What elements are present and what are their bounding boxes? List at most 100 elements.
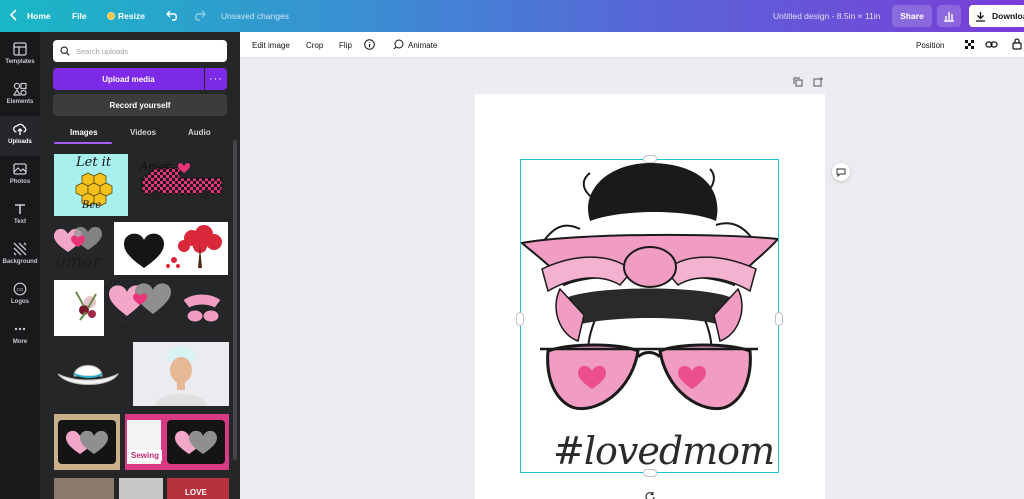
upload-thumb-truck[interactable]: Amor [136,154,228,206]
svg-text:Sweet: Sweet [113,322,145,333]
upload-more-options-button[interactable]: ··· [205,68,227,90]
transparency-icon[interactable] [965,40,975,52]
upload-thumb-row6-b[interactable] [119,478,163,499]
rail-label: Elements [6,99,34,105]
tab-audio[interactable]: Audio [188,128,211,137]
flip-button[interactable]: Flip [339,41,352,50]
text-icon [15,204,25,214]
uploads-grid: Let it Bee Amor amor Sweet Sewing LOVE [53,152,229,499]
resize-handle-right[interactable] [775,312,783,326]
bandana-image [182,293,222,323]
upload-thumb-leopard-hearts[interactable]: Sweet [109,280,173,336]
upload-tabs: Images Videos Audio [53,124,227,144]
svg-text:CO: CO [17,287,24,292]
thumb-text: LOVE [185,488,207,497]
upload-thumb-pillow[interactable] [54,414,120,470]
upload-thumb-amor-hearts[interactable]: amor [54,224,110,272]
upload-thumb-floral[interactable] [54,280,104,336]
floral-image [75,291,97,321]
animate-button[interactable]: Animate [408,41,437,50]
comment-icon [836,168,846,177]
panel-scrollbar[interactable] [233,140,237,460]
templates-icon [13,42,27,56]
rail-logos[interactable]: CO Logos [0,276,40,316]
crop-button[interactable]: Crop [306,41,323,50]
upload-media-button[interactable]: Upload media [53,68,204,90]
resize-handle-bottom[interactable] [643,469,657,477]
lock-icon[interactable] [1012,38,1022,52]
download-label: Downloa [992,11,1024,21]
add-page-icon[interactable] [813,74,823,92]
search-box[interactable] [53,40,227,62]
upload-thumb-heart-tree[interactable] [114,222,228,275]
share-button[interactable]: Share [892,5,932,27]
selection-box [520,159,779,473]
resize-button[interactable]: Resize [118,11,145,21]
more-icon [14,327,26,331]
uploads-icon [13,123,27,135]
context-toolbar: Edit image Crop Flip Animate Position [240,32,1024,58]
thumb-text: Bee [82,200,102,211]
info-icon[interactable] [364,39,375,52]
search-input[interactable] [76,46,216,56]
resize-handle-left[interactable] [516,312,524,326]
upload-thumb-sewing[interactable]: Sewing [125,414,229,470]
rail-background[interactable]: Background [0,236,40,276]
link-icon[interactable] [985,39,998,52]
duplicate-page-icon[interactable] [793,74,803,92]
cowboy-hat-image [57,365,120,385]
upload-thumb-row6-c[interactable]: LOVE [167,478,229,499]
file-menu-button[interactable]: File [72,11,87,21]
position-button[interactable]: Position [916,41,944,50]
animate-icon [393,39,404,52]
pillow-image [58,420,116,464]
edit-image-button[interactable]: Edit image [252,41,290,50]
undo-icon[interactable] [166,9,180,23]
sewing-pillows-image [127,420,225,464]
thumb-text: Sewing [128,450,163,461]
rail-text[interactable]: Text [0,196,40,236]
tab-images[interactable]: Images [70,128,98,137]
back-chevron-icon[interactable] [9,9,19,23]
record-yourself-button[interactable]: Record yourself [53,94,227,116]
share-label: Share [900,11,924,21]
crown-icon [107,12,115,20]
upload-thumb-bandana[interactable] [179,286,225,332]
rail-label: Text [14,219,26,225]
rail-elements[interactable]: Elements [0,76,40,116]
elements-icon [13,82,27,96]
tab-videos[interactable]: Videos [130,128,156,137]
bar-chart-icon [944,12,954,22]
thumb-text: Let it [76,155,112,170]
upload-thumb-portrait[interactable] [133,342,229,406]
active-tab-indicator [54,142,112,144]
insights-button[interactable] [937,5,961,27]
upload-thumb-let-it-bee[interactable]: Let it Bee [54,154,128,216]
rotate-icon[interactable] [645,488,655,499]
document-title[interactable]: Untitled design - 8.5in × 11in [773,11,880,21]
rail-uploads[interactable]: Uploads [0,116,40,156]
photos-icon [13,163,27,175]
rail-templates[interactable]: Templates [0,36,40,76]
search-icon [60,46,70,56]
upload-thumb-hat[interactable] [54,348,122,402]
background-icon [13,242,27,256]
resize-handle-top[interactable] [643,155,657,163]
download-icon [976,11,985,22]
uploads-panel: Upload media ··· Record yourself Images … [40,32,240,499]
upload-thumb-row6-a[interactable] [54,478,114,499]
add-comment-button[interactable] [832,163,850,181]
thumb-text: Amor [140,160,171,173]
more-horizontal-icon: ··· [209,73,223,85]
download-button[interactable]: Downloa [969,5,1024,27]
rail-more[interactable]: More [0,316,40,356]
rail-label: Photos [9,179,31,185]
rail-label: Uploads [8,139,32,145]
woman-portrait-image [155,346,207,406]
redo-icon[interactable] [192,9,206,23]
rail-photos[interactable]: Photos [0,156,40,196]
rail-label: Templates [5,59,35,65]
rail-label: Background [2,259,38,265]
logos-icon: CO [13,282,27,296]
home-button[interactable]: Home [27,11,51,21]
